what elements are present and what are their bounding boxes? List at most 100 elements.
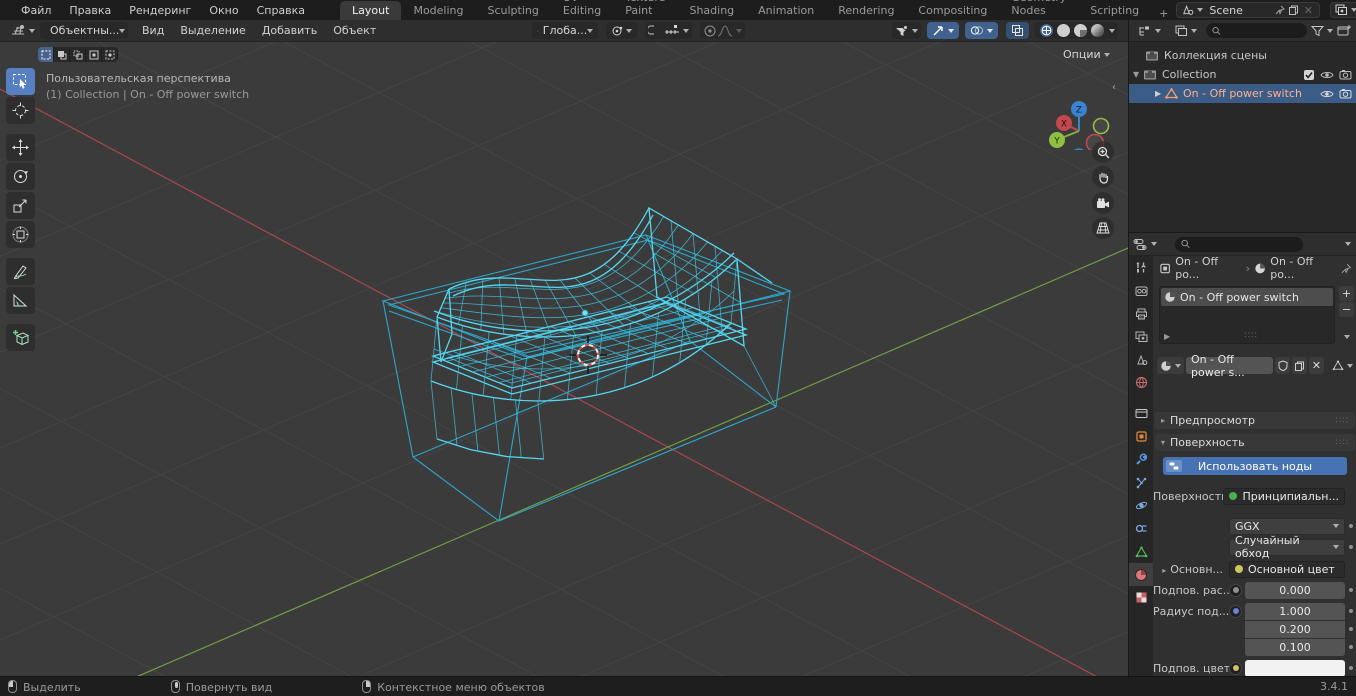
material-slot-list[interactable]: On - Off power switch ▶ ∷∷ [1159, 286, 1335, 344]
collection-render-icon[interactable] [1339, 69, 1352, 80]
select-intersect-button[interactable] [102, 47, 118, 62]
3d-viewport[interactable]: Опции Пользовательская перспектива (1) C… [0, 42, 1128, 676]
tab-shading[interactable]: Shading [677, 1, 746, 20]
distribution-dropdown[interactable]: GGX [1229, 517, 1345, 535]
menu-render[interactable]: Рендеринг [120, 4, 200, 17]
radius-x-field[interactable]: 1.000 [1245, 602, 1345, 620]
scene-collection-label[interactable]: Коллекция сцены [1164, 49, 1267, 62]
shading-dropdown-chevron[interactable] [1109, 28, 1115, 33]
object-hide-icon[interactable] [1320, 89, 1334, 99]
tab-rendering[interactable]: Rendering [826, 1, 906, 20]
keyframe-dot[interactable] [1349, 524, 1353, 528]
overlays-toggle[interactable] [965, 22, 998, 39]
xray-toggle[interactable] [1006, 22, 1029, 39]
properties-search-input[interactable] [1190, 238, 1297, 250]
viewlayer-selector[interactable]: ViewLayer ✕ [1330, 2, 1356, 18]
radius-z-field[interactable]: 0.100 [1245, 638, 1345, 656]
tab-output[interactable] [1129, 302, 1153, 325]
zoom-button[interactable] [1092, 141, 1114, 163]
collection-checkbox[interactable] [1303, 69, 1315, 81]
properties-search[interactable] [1175, 236, 1303, 252]
tool-measure[interactable] [6, 287, 35, 314]
tab-modeling[interactable]: Modeling [401, 1, 475, 20]
collection-hide-icon[interactable] [1320, 70, 1334, 80]
select-extend-button[interactable] [54, 47, 70, 62]
surface-shader-dropdown[interactable]: Принципиальн... [1223, 487, 1345, 505]
properties-options-chevron[interactable] [1345, 242, 1351, 246]
subsurface-value-field[interactable]: 0.000 [1245, 581, 1345, 599]
unlink-material-button[interactable]: ✕ [1309, 357, 1324, 374]
slot-expand-arrow[interactable]: ▶ [1164, 332, 1170, 341]
tool-move[interactable] [6, 134, 35, 161]
tab-modifiers[interactable] [1129, 448, 1153, 471]
select-invert-button[interactable] [86, 47, 102, 62]
tab-constraints[interactable] [1129, 517, 1153, 540]
select-subtract-button[interactable] [70, 47, 86, 62]
tab-render[interactable] [1129, 279, 1153, 302]
new-collection-button[interactable] [1337, 24, 1352, 37]
keyframe-dot[interactable] [1349, 588, 1353, 592]
menu-object[interactable]: Объект [325, 24, 384, 37]
outliner-search[interactable] [1206, 23, 1307, 38]
outliner-row-collection[interactable]: ▼ Collection [1129, 65, 1356, 84]
mode-dropdown[interactable]: Объектны... [40, 22, 128, 39]
tab-particles[interactable] [1129, 471, 1153, 494]
breadcrumb-object[interactable]: On - Off po... [1175, 256, 1241, 281]
slot-list-grip[interactable]: ∷∷ [1244, 331, 1257, 341]
tab-layout[interactable]: Layout [340, 1, 402, 20]
fake-user-button[interactable] [1275, 357, 1290, 374]
camera-view-button[interactable] [1092, 192, 1114, 214]
tool-rotate[interactable] [6, 163, 35, 190]
slot-specials-menu[interactable] [1339, 329, 1354, 344]
base-color-input[interactable]: Основной цвет [1229, 560, 1345, 578]
falloff-chevron[interactable] [736, 28, 743, 33]
tab-physics[interactable] [1129, 494, 1153, 517]
panel-preview-grip[interactable]: ∷∷ [1336, 416, 1349, 426]
tool-add-cube[interactable] [6, 324, 35, 351]
menu-file[interactable]: Файл [12, 4, 60, 17]
outliner-filter-id-type[interactable] [1170, 22, 1202, 39]
gizmo-x-label[interactable]: X [1061, 120, 1067, 130]
add-slot-button[interactable]: + [1339, 286, 1354, 301]
radius-socket[interactable] [1229, 604, 1242, 618]
tab-sculpting[interactable]: Sculpting [476, 1, 551, 20]
tab-geometry-nodes[interactable]: Geometry Nodes [999, 0, 1078, 20]
subsurface-method-dropdown[interactable]: Случайный обход [1229, 534, 1345, 560]
pivot-point-dropdown[interactable] [606, 22, 638, 39]
keyframe-dot[interactable] [1349, 645, 1353, 649]
select-set-button[interactable] [38, 47, 54, 62]
shading-material-button[interactable] [1074, 24, 1087, 37]
browse-material-button[interactable] [1157, 357, 1184, 374]
tab-scene[interactable] [1129, 348, 1153, 371]
tab-texture-paint[interactable]: Texture Paint [613, 0, 677, 20]
tab-material[interactable] [1129, 563, 1153, 586]
proportional-edit-icon[interactable] [703, 24, 717, 38]
radius-y-field[interactable]: 0.200 [1245, 620, 1345, 638]
viewport-canvas[interactable] [0, 42, 1128, 676]
options-dropdown[interactable]: Опции [1063, 48, 1110, 61]
menu-add[interactable]: Добавить [254, 24, 325, 37]
keyframe-dot[interactable] [1349, 609, 1353, 613]
menu-help[interactable]: Справка [248, 4, 314, 17]
pin-icon[interactable] [1273, 4, 1287, 16]
collection-expand-arrow[interactable]: ▼ [1133, 70, 1143, 79]
tab-object-data[interactable] [1129, 540, 1153, 563]
keyframe-dot[interactable] [1349, 666, 1353, 670]
tab-animation[interactable]: Animation [746, 1, 826, 20]
new-scene-icon[interactable] [1287, 4, 1301, 16]
object-label[interactable]: On - Off power switch [1183, 87, 1302, 100]
pan-button[interactable] [1092, 166, 1114, 188]
gizmo-y-negative[interactable] [1092, 117, 1110, 135]
tab-collection[interactable] [1129, 402, 1153, 425]
menu-window[interactable]: Окно [200, 4, 247, 17]
gizmo-z-label[interactable]: Z [1076, 106, 1082, 116]
pin-id-icon[interactable] [1341, 263, 1351, 274]
panel-surface-grip[interactable]: ∷∷ [1336, 438, 1349, 448]
gizmos-toggle[interactable] [927, 22, 959, 39]
editor-type-button[interactable] [6, 22, 40, 39]
subsurface-color-socket[interactable] [1229, 661, 1242, 675]
keyframe-dot[interactable] [1349, 545, 1353, 549]
snap-dropdown-chevron[interactable] [683, 28, 690, 33]
tab-compositing[interactable]: Compositing [906, 1, 999, 20]
collection-label[interactable]: Collection [1162, 68, 1216, 81]
